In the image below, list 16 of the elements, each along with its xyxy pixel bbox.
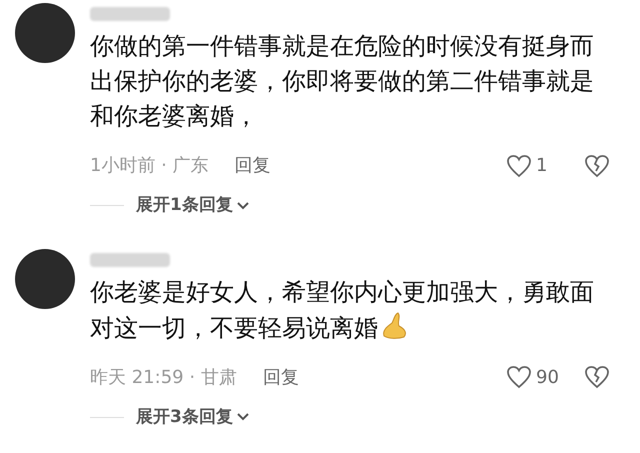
- heart-icon[interactable]: [506, 365, 532, 389]
- reply-button[interactable]: 回复: [234, 152, 271, 179]
- comment-text: 你做的第一件错事就是在危险的时候没有挺身而出保护你的老婆，你即将要做的第二件错事就是和你老婆离婚，: [90, 31, 595, 132]
- broken-heart-icon[interactable]: [584, 154, 610, 178]
- time-location: 昨天 21:59 · 甘肃: [90, 366, 237, 390]
- expand-replies-link[interactable]: 展开1条回复: [136, 193, 249, 218]
- heart-icon[interactable]: [506, 154, 532, 178]
- broken-heart-icon[interactable]: [584, 365, 610, 389]
- like-count: 1: [536, 154, 548, 178]
- comment-text: 你老婆是好女人，希望你内心更加强大，勇敢面对这一切，不要轻易说离婚: [90, 276, 595, 344]
- chevron-down-icon: [236, 413, 249, 422]
- like-count: 90: [536, 366, 560, 390]
- time-location: 1小时前 · 广东: [90, 154, 209, 178]
- expand-replies-link[interactable]: 展开3条回复: [136, 404, 249, 430]
- chevron-down-icon: [236, 202, 249, 210]
- reply-button[interactable]: 回复: [262, 364, 299, 390]
